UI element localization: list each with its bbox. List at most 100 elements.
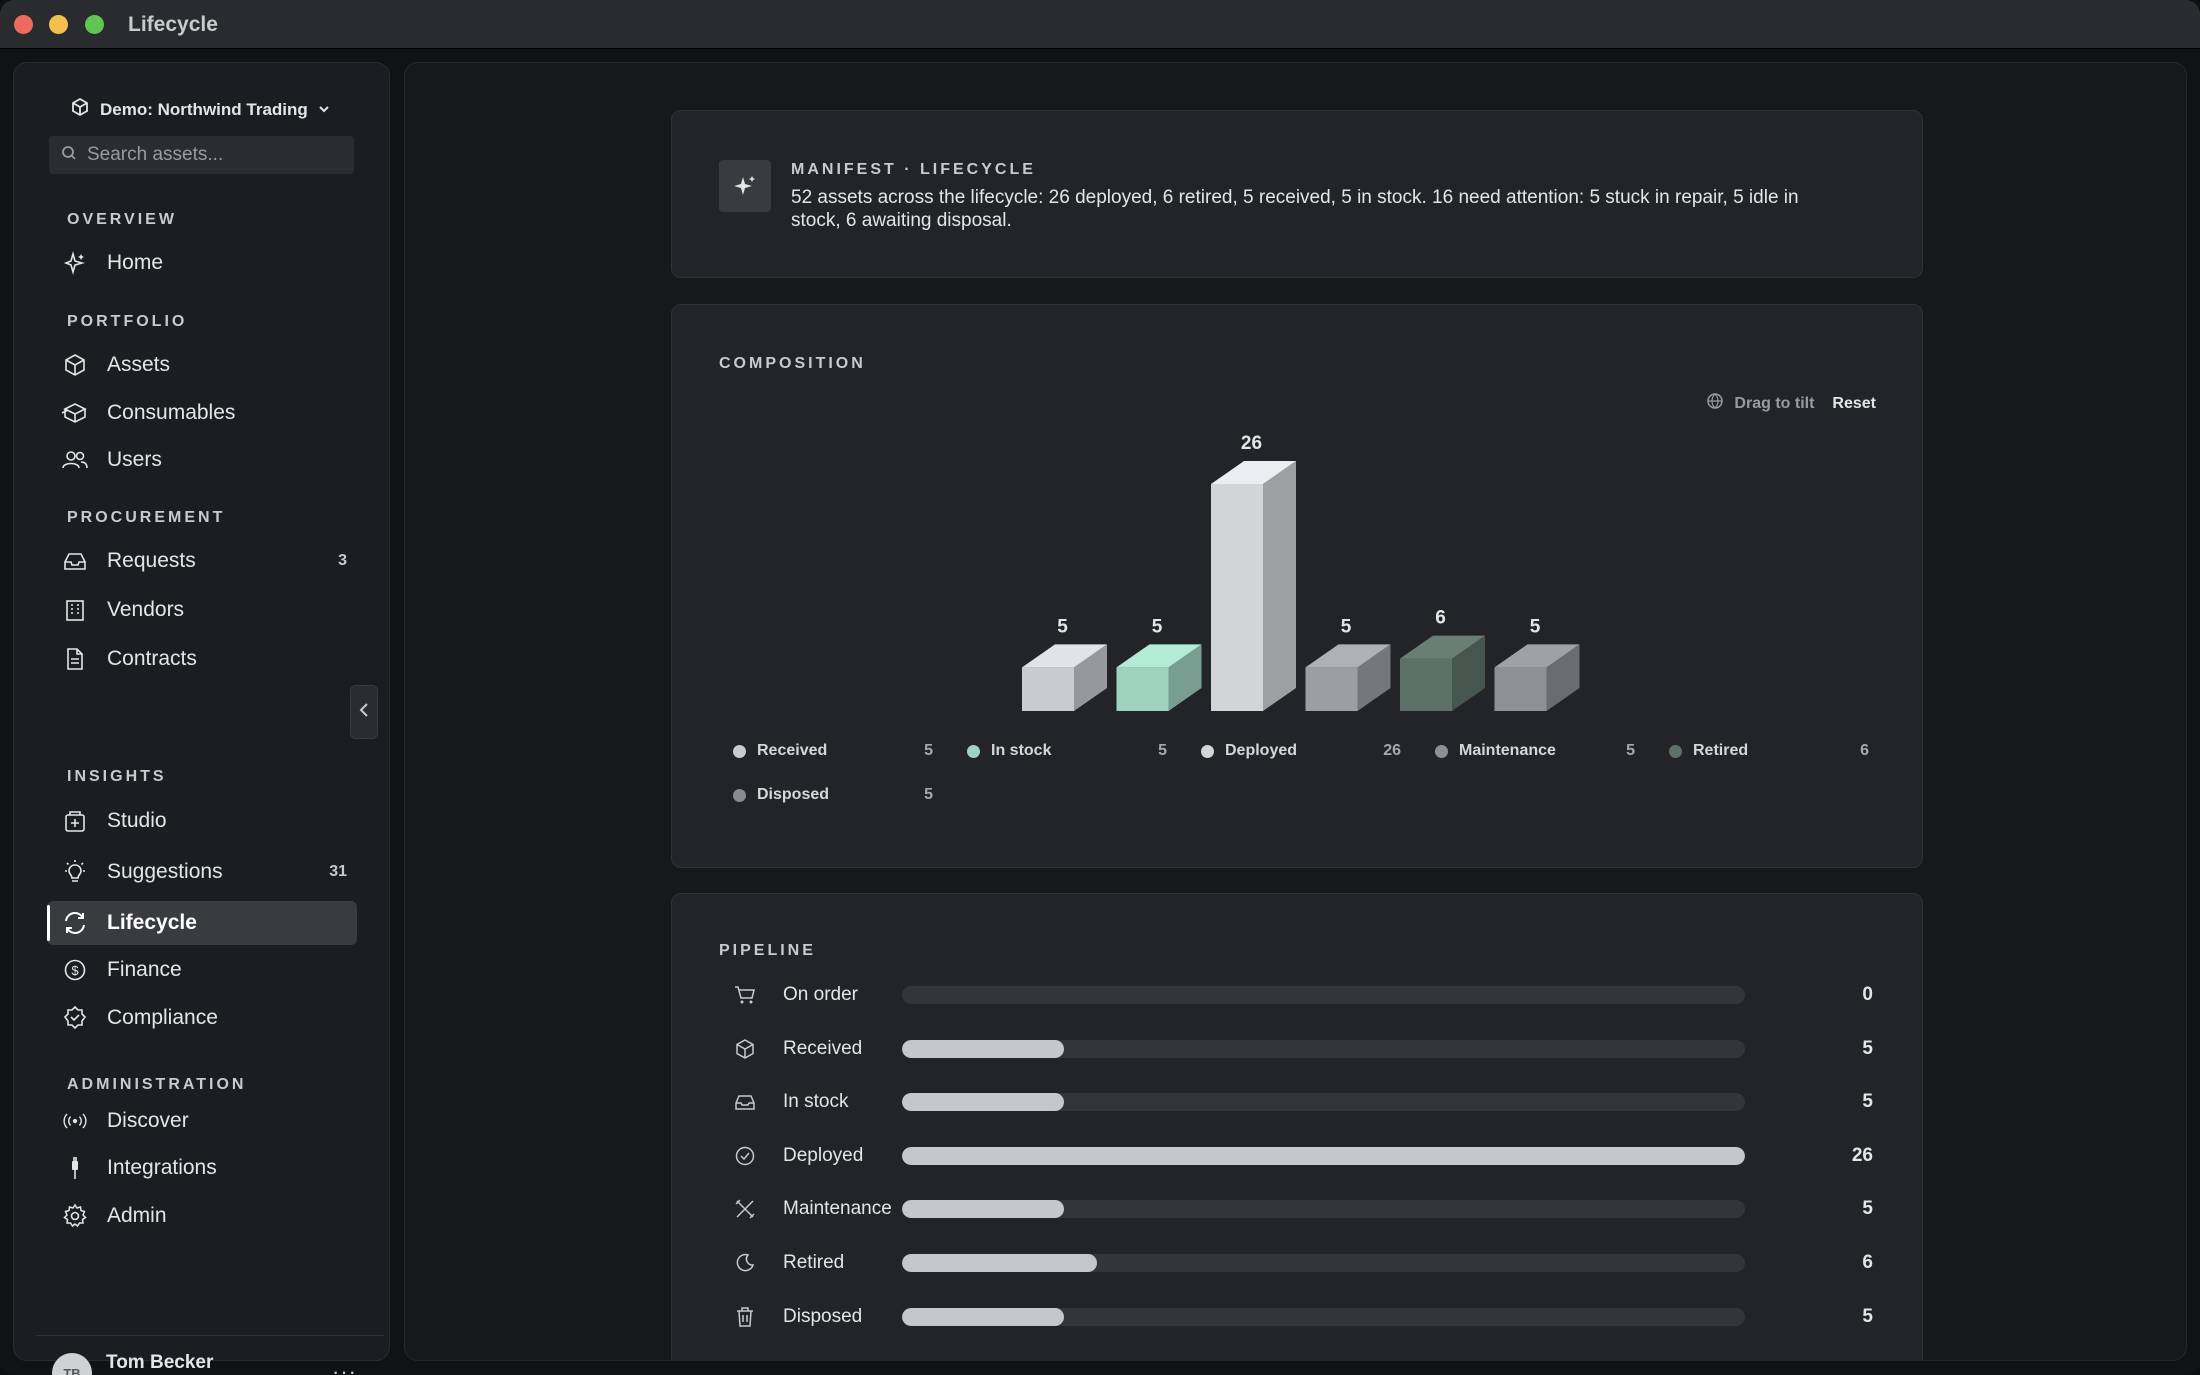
sidebar-item-home[interactable]: Home — [47, 241, 357, 285]
pipeline-row[interactable]: In stock 5 — [733, 1087, 1873, 1117]
pipeline-row-value: 26 — [1851, 1144, 1873, 1166]
sidebar-item-compliance[interactable]: Compliance — [47, 996, 357, 1040]
bar-in-stock[interactable]: 5 — [1116, 616, 1202, 711]
pipeline-row-label: Received — [783, 1037, 863, 1059]
bar-value-label: 5 — [1530, 616, 1541, 637]
bar-maintenance[interactable]: 5 — [1305, 616, 1391, 711]
inbox-icon — [733, 1090, 757, 1114]
sidebar-item-label: Contracts — [107, 647, 197, 670]
legend-dot — [1669, 744, 1682, 758]
pipeline-row[interactable]: Disposed 5 — [733, 1302, 1873, 1332]
legend-value: 5 — [924, 786, 933, 803]
legend-item[interactable]: In stock 5 — [967, 739, 1167, 763]
suggestions-count-badge: 31 — [329, 863, 347, 880]
sidebar-item-label: Vendors — [107, 598, 185, 621]
sidebar-item-studio[interactable]: Studio — [47, 799, 357, 843]
pipeline-row[interactable]: Deployed 26 — [733, 1141, 1873, 1171]
zoom-window-button[interactable] — [85, 15, 104, 34]
search-input[interactable] — [87, 144, 347, 166]
bar-deployed[interactable]: 26 — [1211, 433, 1296, 711]
sidebar-item-discover[interactable]: Discover — [47, 1099, 357, 1143]
bar-front-face — [1305, 667, 1358, 711]
composition-label: COMPOSITION — [719, 355, 866, 372]
bar-front-face — [1494, 667, 1547, 711]
bar-front-face — [1022, 667, 1074, 711]
cart-icon — [733, 983, 757, 1007]
sidebar-item-lifecycle[interactable]: Lifecycle — [47, 901, 357, 945]
legend-dot — [967, 744, 980, 758]
search-box — [49, 136, 354, 174]
sidebar-item-integrations[interactable]: Integrations — [47, 1146, 357, 1190]
pipeline-progress-fill — [902, 1039, 1065, 1058]
pipeline-row-value: 6 — [1862, 1252, 1873, 1273]
avatar[interactable]: TB — [52, 1353, 92, 1375]
legend-value: 6 — [1860, 742, 1869, 759]
sidebar-item-assets[interactable]: Assets — [47, 343, 357, 387]
bar-side-face — [1263, 461, 1296, 711]
trash-icon — [733, 1305, 757, 1329]
sidebar-item-finance[interactable]: $ Finance — [47, 948, 357, 992]
sidebar-item-label: Finance — [107, 958, 182, 981]
pipeline-row[interactable]: Maintenance 5 — [733, 1194, 1873, 1224]
bar-disposed[interactable]: 5 — [1494, 616, 1580, 711]
legend-item[interactable]: Retired 6 — [1669, 739, 1869, 763]
sidebar-item-users[interactable]: Users — [47, 438, 357, 482]
sidebar-item-label: Studio — [107, 809, 167, 832]
pipeline-progress-track — [902, 986, 1745, 1004]
pipeline-row-label: In stock — [783, 1091, 849, 1113]
pipeline-row[interactable]: Retired 6 — [733, 1248, 1873, 1278]
bar-value-label: 5 — [1057, 616, 1068, 637]
section-portfolio: PORTFOLIO — [67, 313, 188, 330]
bar-received[interactable]: 5 — [1022, 616, 1107, 711]
bar-front-face — [1116, 667, 1169, 711]
sidebar-item-requests[interactable]: Requests 3 — [47, 539, 357, 583]
composition-3d-bar-chart[interactable]: 5 5 26 5 6 5 — [672, 405, 1924, 725]
section-administration: ADMINISTRATION — [67, 1076, 247, 1093]
boxes-icon — [61, 399, 89, 427]
legend-label: Disposed — [757, 786, 830, 803]
legend-label: Deployed — [1225, 742, 1298, 759]
composition-card: COMPOSITION Drag to tilt Reset 5 5 26 5 6 5 R… — [671, 304, 1923, 868]
sidebar-item-vendors[interactable]: Vendors — [47, 588, 357, 632]
title-bar: Lifecycle — [0, 0, 2200, 49]
sidebar-item-label: Home — [107, 251, 164, 274]
sidebar-item-admin[interactable]: Admin — [47, 1194, 357, 1238]
legend-label: Maintenance — [1459, 742, 1556, 759]
pipeline-row-label: Maintenance — [783, 1198, 892, 1220]
close-window-button[interactable] — [14, 15, 33, 34]
sidebar-item-contracts[interactable]: Contracts — [47, 637, 357, 681]
gear-icon — [61, 1202, 89, 1230]
pipeline-row[interactable]: On order 0 — [733, 980, 1873, 1010]
divider — [36, 1335, 384, 1336]
pipeline-progress-fill — [902, 1254, 1097, 1272]
manifest-label: MANIFEST · LIFECYCLE — [791, 161, 1036, 178]
sparkle-icon — [719, 160, 771, 212]
pipeline-card: PIPELINE On order 0 Received 5 In stock 5 Depl… — [671, 893, 1923, 1360]
legend-item[interactable]: Received 5 — [733, 739, 933, 763]
workspace-switcher[interactable]: Demo: Northwind Trading — [70, 97, 330, 122]
refresh-icon — [61, 909, 89, 937]
sidebar-item-label: Assets — [107, 353, 171, 376]
minimize-window-button[interactable] — [49, 15, 68, 34]
pipeline-row[interactable]: Received 5 — [733, 1034, 1873, 1064]
legend-value: 5 — [924, 742, 933, 759]
legend-value: 5 — [1158, 742, 1167, 759]
sidebar-item-suggestions[interactable]: Suggestions 31 — [47, 850, 357, 894]
legend-item[interactable]: Disposed 5 — [733, 783, 933, 807]
building-icon — [61, 596, 89, 624]
manifest-card: MANIFEST · LIFECYCLE 52 assets across th… — [671, 110, 1923, 278]
collapse-sidebar-button[interactable] — [350, 685, 378, 739]
pipeline-row-label: Disposed — [783, 1305, 863, 1327]
legend-item[interactable]: Deployed 26 — [1201, 739, 1401, 763]
user-menu-button[interactable]: ··· — [332, 1359, 357, 1375]
sidebar-item-label: Integrations — [107, 1156, 217, 1179]
search-icon — [61, 145, 77, 166]
bar-value-label: 26 — [1241, 433, 1262, 454]
pipeline-row-value: 0 — [1862, 984, 1873, 1005]
bar-front-face — [1400, 658, 1452, 711]
bar-retired[interactable]: 6 — [1400, 608, 1485, 711]
legend-item[interactable]: Maintenance 5 — [1435, 739, 1635, 763]
chevron-down-icon — [318, 100, 330, 120]
sidebar-item-consumables[interactable]: Consumables — [47, 391, 357, 435]
sidebar-item-label: Compliance — [107, 1006, 218, 1029]
